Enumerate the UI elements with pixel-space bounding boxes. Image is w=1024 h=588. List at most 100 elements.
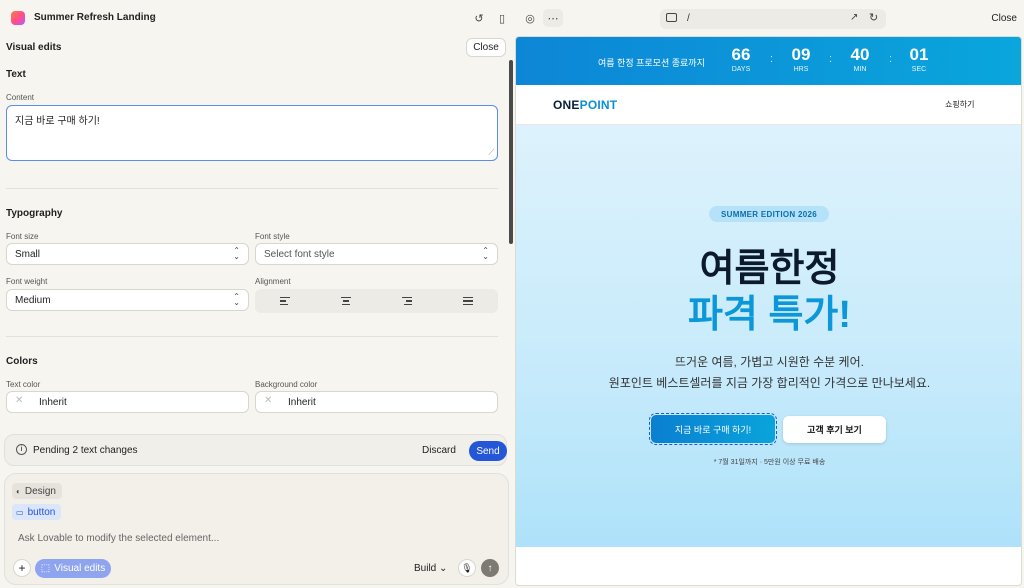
info-icon: i <box>16 444 27 455</box>
shipping-note: * 7월 31일까지 · 5만원 이상 무료 배송 <box>713 459 826 466</box>
align-justify-icon <box>462 297 473 305</box>
countdown-days-value: 66 <box>731 45 751 64</box>
nav-shop-link[interactable]: 쇼핑하기 <box>945 99 974 110</box>
countdown-separator: : <box>889 53 893 65</box>
visual-edits-label: Visual edits <box>54 563 106 574</box>
align-left-button[interactable] <box>255 289 316 313</box>
font-size-select[interactable]: Small ⌃ ⌄ <box>6 243 249 265</box>
transparent-swatch-icon <box>264 395 276 408</box>
chat-input-box: ◐ Design ▭ button Ask Lovable to modify … <box>4 473 509 585</box>
device-preview-icon[interactable] <box>666 13 677 22</box>
design-chip-label: Design <box>24 485 56 497</box>
typography-heading: Typography <box>6 208 63 219</box>
panel-title: Visual edits <box>6 42 62 53</box>
sidebar-toggle-icon[interactable]: ▯ <box>494 10 510 26</box>
content-textarea[interactable]: 지금 바로 구매 하기! ⟋ <box>6 105 498 161</box>
panel-scrollbar[interactable] <box>509 60 513 244</box>
font-size-label: Font size <box>6 232 39 241</box>
background-color-value: Inherit <box>288 396 316 408</box>
brand-logo[interactable]: ONEPOINT <box>553 98 617 112</box>
text-color-label: Text color <box>6 380 41 389</box>
countdown-label: 여름 한정 프로모션 종료까지 <box>598 58 705 68</box>
font-style-label: Font style <box>255 232 290 241</box>
globe-icon[interactable]: ◎ <box>522 10 538 26</box>
countdown-banner: 여름 한정 프로모션 종료까지 66 DAYS : 09 HRS : 40 MI… <box>516 37 1021 85</box>
buy-now-button[interactable]: 지금 바로 구매 하기! <box>649 413 777 445</box>
align-center-button[interactable] <box>316 289 377 313</box>
countdown-seconds-unit: SEC <box>911 66 927 73</box>
hero-subtext-line1: 뜨거운 여름, 가볍고 시원한 수분 케어. <box>675 355 864 369</box>
countdown-days-unit: DAYS <box>731 66 751 73</box>
divider <box>6 336 498 337</box>
select-arrows-icon: ⌃ ⌄ <box>482 246 489 261</box>
background-color-field[interactable]: Inherit <box>255 391 498 413</box>
visual-edits-icon: ⬚ <box>40 563 51 574</box>
build-label: Build <box>414 563 437 574</box>
font-style-placeholder: Select font style <box>264 248 335 260</box>
design-chip[interactable]: ◐ Design <box>12 483 62 499</box>
countdown-seconds: 01 SEC <box>897 45 941 73</box>
font-style-select[interactable]: Select font style ⌃ ⌄ <box>255 243 498 265</box>
text-color-field[interactable]: Inherit <box>6 391 249 413</box>
countdown-hours-value: 09 <box>791 45 811 64</box>
align-left-icon <box>280 297 291 305</box>
content-label: Content <box>6 93 35 102</box>
chevron-down-icon[interactable]: ⌄ <box>150 11 158 22</box>
align-right-button[interactable] <box>377 289 438 313</box>
chevron-down-icon: ⌄ <box>439 563 448 574</box>
lovable-logo-icon[interactable] <box>11 11 25 25</box>
project-title[interactable]: Summer Refresh Landing <box>34 12 156 23</box>
hero-subtext-line2: 원포인트 베스트셀러를 지금 가장 합리적인 가격으로 만나보세요. <box>608 376 931 390</box>
add-attachment-button[interactable]: + <box>13 559 31 577</box>
button-element-icon: ▭ <box>16 507 24 517</box>
countdown-hours-unit: HRS <box>793 66 809 73</box>
colors-heading: Colors <box>6 356 38 367</box>
countdown-separator: : <box>770 53 774 65</box>
align-justify-button[interactable] <box>437 289 498 313</box>
alignment-group <box>255 289 498 313</box>
reviews-button[interactable]: 고객 후기 보기 <box>783 416 886 443</box>
history-icon[interactable]: ↺ <box>471 10 487 26</box>
close-preview-button[interactable]: Close <box>991 13 1017 24</box>
countdown-minutes: 40 MIN <box>838 45 882 73</box>
font-weight-select[interactable]: Medium ⌃ ⌄ <box>6 289 249 311</box>
close-visual-edits-button[interactable]: Close <box>466 38 506 57</box>
font-weight-label: Font weight <box>6 277 48 286</box>
url-bar[interactable]: / ↗ ↻ <box>660 9 886 29</box>
top-bar: Summer Refresh Landing ⌄ ↺ ▯ ◎ ⋯ / ↗ ↻ C… <box>0 0 1024 36</box>
visual-edits-panel: Visual edits Close Text Content 지금 바로 구매… <box>0 36 514 588</box>
content-value: 지금 바로 구매 하기! <box>15 116 100 127</box>
resize-handle-icon[interactable]: ⟋ <box>488 148 494 158</box>
edition-badge: SUMMER EDITION 2026 <box>709 206 829 222</box>
selected-element-label: button <box>27 506 56 518</box>
select-arrows-icon: ⌃ ⌄ <box>233 246 240 261</box>
visual-edits-toggle[interactable]: ⬚ Visual edits <box>35 559 111 578</box>
countdown-seconds-value: 01 <box>909 45 929 64</box>
site-nav: ONEPOINT 쇼핑하기 <box>516 85 1021 125</box>
transparent-swatch-icon <box>15 395 27 408</box>
url-path[interactable]: / <box>687 13 690 24</box>
countdown-minutes-value: 40 <box>850 45 870 64</box>
hero-section: SUMMER EDITION 2026 여름한정 파격 특가! 뜨거운 여름, … <box>516 125 1021 547</box>
countdown-days: 66 DAYS <box>719 45 763 73</box>
open-external-icon[interactable]: ↗ <box>850 12 858 23</box>
chat-input[interactable]: Ask Lovable to modify the selected eleme… <box>18 533 219 544</box>
send-button[interactable]: Send <box>469 441 507 461</box>
select-arrows-icon: ⌃ ⌄ <box>233 292 240 307</box>
more-options-icon[interactable]: ⋯ <box>543 9 563 27</box>
discard-button[interactable]: Discard <box>422 445 456 456</box>
reload-icon[interactable]: ↻ <box>869 11 878 24</box>
alignment-label: Alignment <box>255 277 291 286</box>
text-section-heading: Text <box>6 69 26 80</box>
selected-element-chip[interactable]: ▭ button <box>12 504 62 520</box>
text-color-value: Inherit <box>39 396 67 408</box>
pending-changes-bar: i Pending 2 text changes Discard Send <box>4 434 507 466</box>
build-mode-select[interactable]: Build ⌄ <box>414 563 447 574</box>
font-weight-value: Medium <box>15 294 51 306</box>
submit-arrow-icon[interactable]: ↑ <box>481 559 499 577</box>
microphone-icon[interactable]: 🎙 <box>458 559 476 577</box>
countdown-separator: : <box>829 53 833 65</box>
countdown-hours: 09 HRS <box>779 45 823 73</box>
background-color-label: Background color <box>255 380 318 389</box>
brand-point: POINT <box>579 98 618 112</box>
